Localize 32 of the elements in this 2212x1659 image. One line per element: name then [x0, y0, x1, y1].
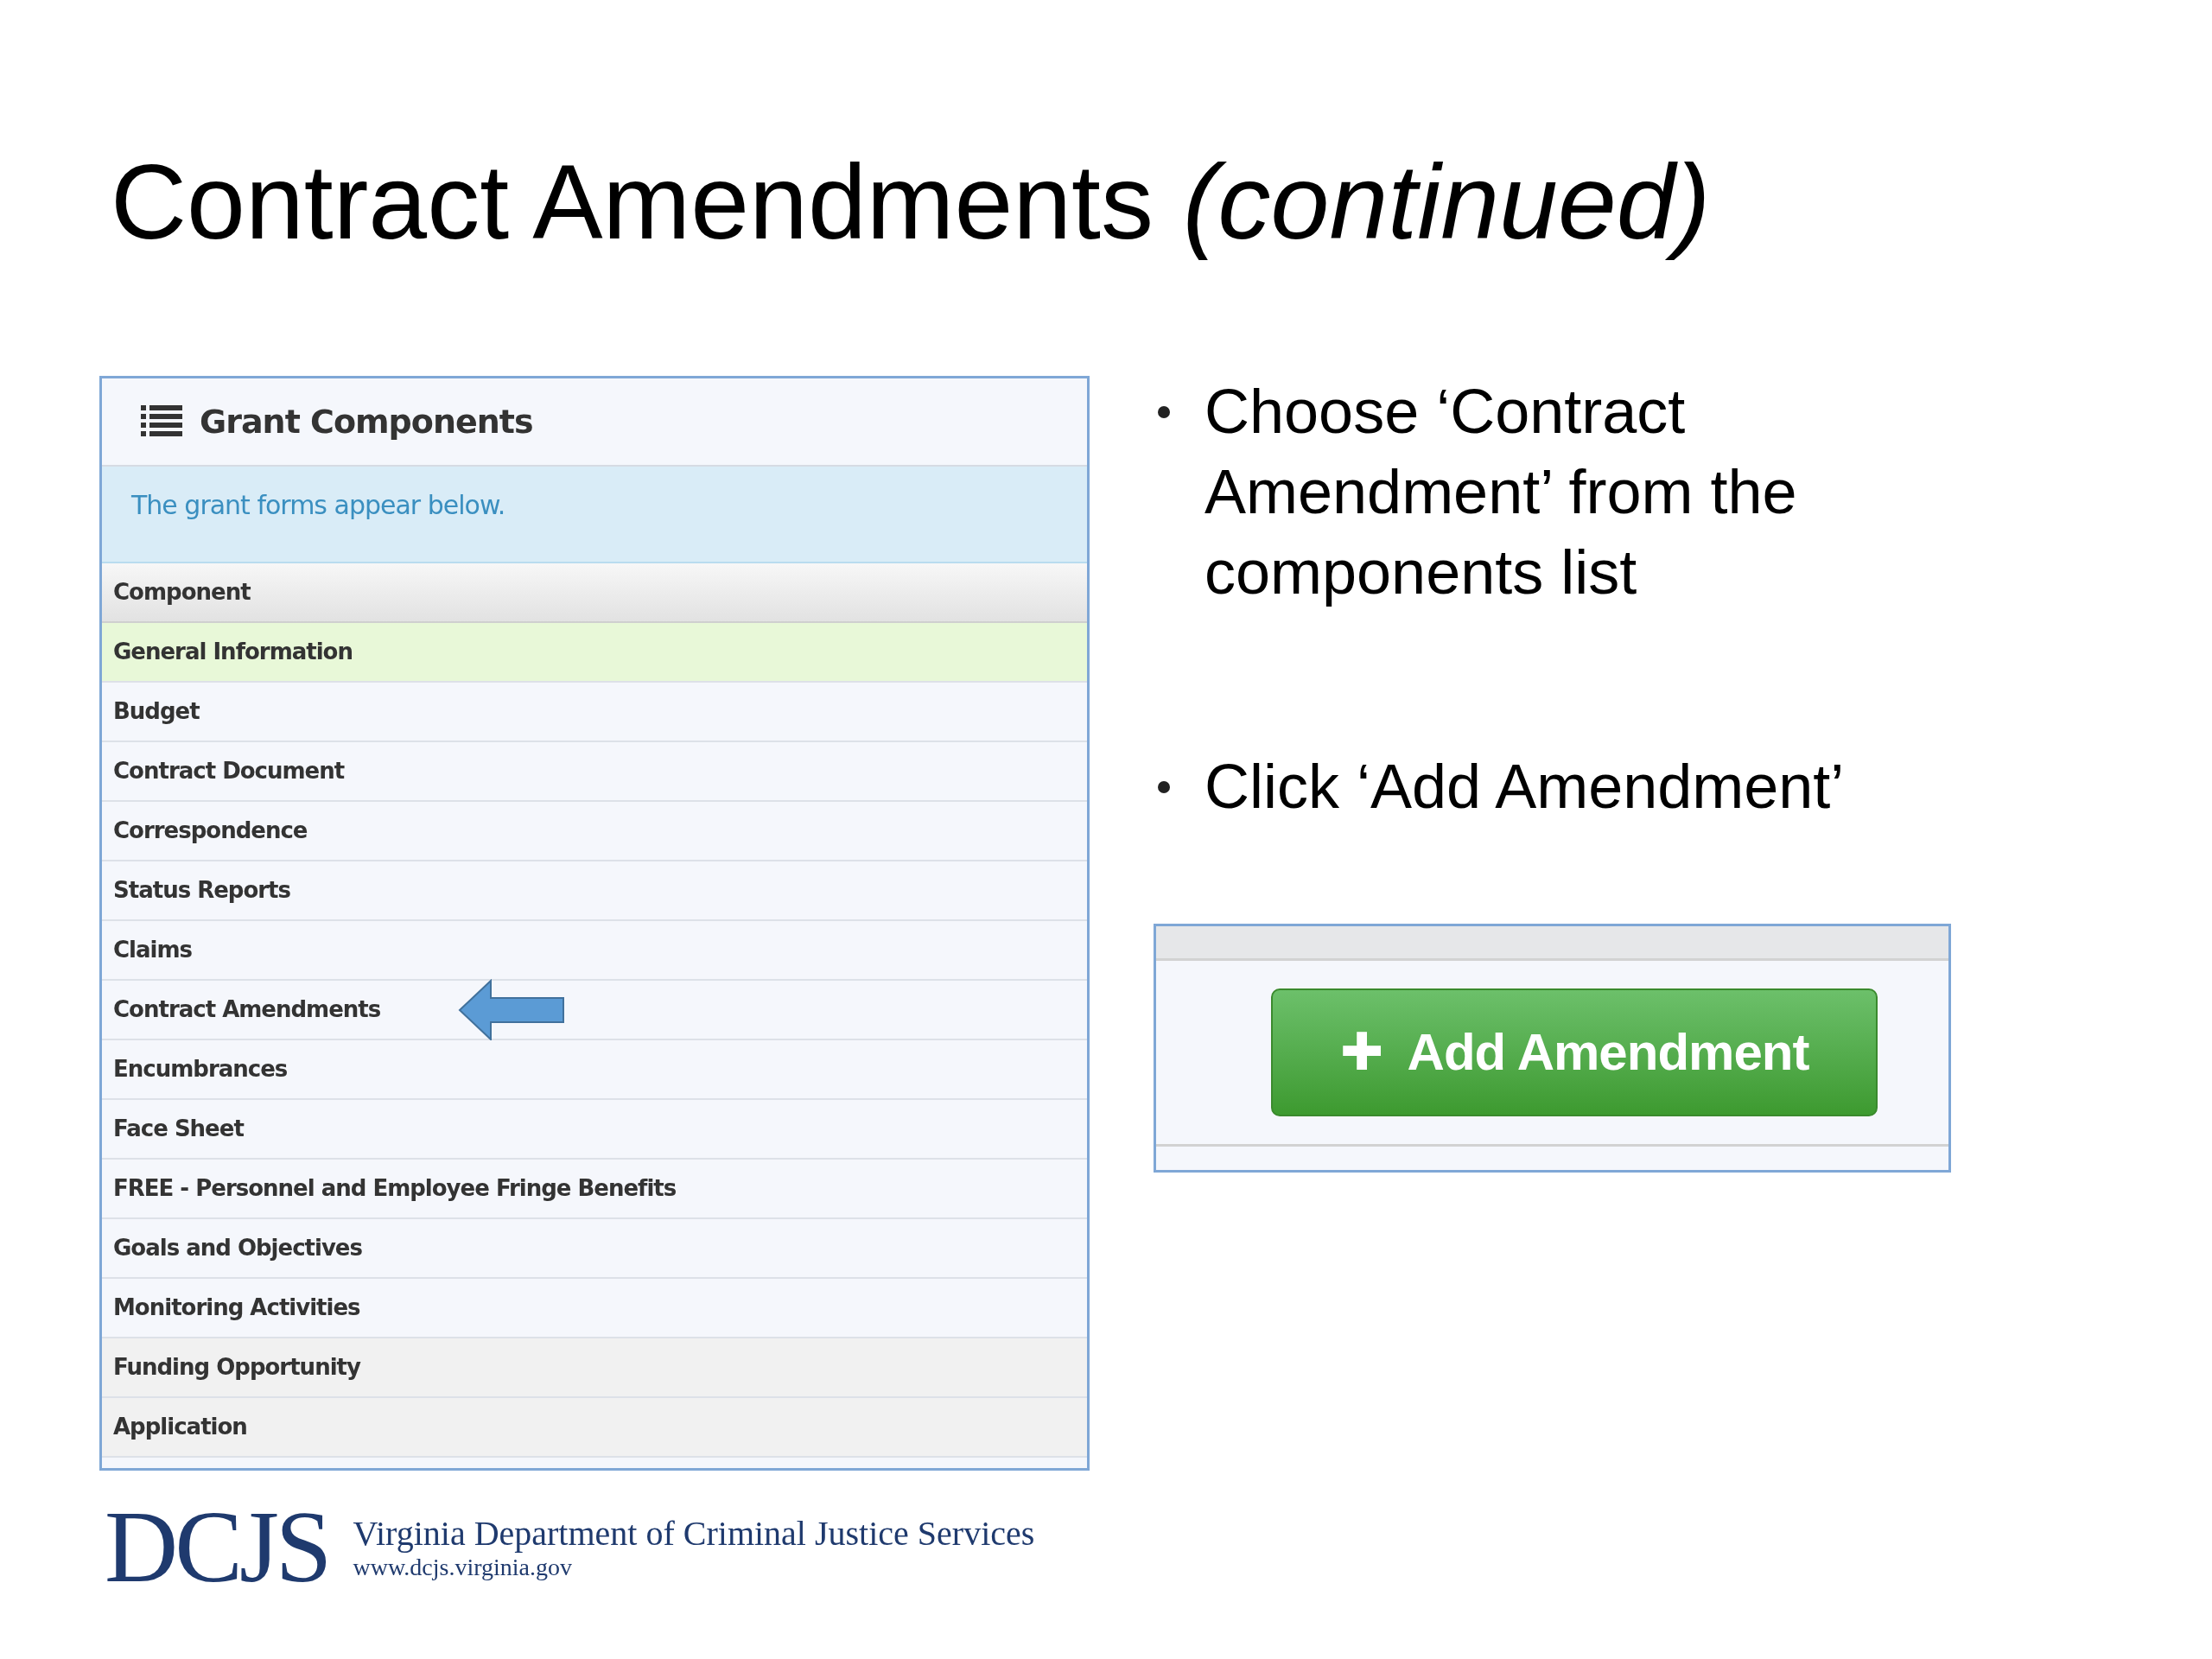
bullet-icon — [1158, 781, 1170, 793]
organization-name: Virginia Department of Criminal Justice Services — [353, 1514, 1035, 1554]
logo-mark: DCJS — [105, 1497, 329, 1599]
bullet-icon — [1158, 406, 1170, 418]
component-label: Monitoring Activities — [113, 1294, 360, 1322]
component-label: General Information — [113, 638, 353, 666]
component-row[interactable]: Funding Opportunity — [102, 1338, 1087, 1398]
component-label: Funding Opportunity — [113, 1353, 360, 1382]
component-row[interactable]: Application — [102, 1398, 1087, 1458]
component-row[interactable]: Contract Amendments — [102, 981, 1087, 1040]
bullet-text: Click ‘Add Amendment’ — [1205, 751, 1846, 823]
info-text: The grant forms appear below. — [131, 490, 505, 520]
slide-title: Contract Amendments (continued) — [111, 143, 1712, 263]
component-label: FREE - Personnel and Employee Fringe Benefits — [113, 1174, 677, 1203]
component-row[interactable]: General Information — [102, 623, 1087, 683]
component-label: Goals and Objectives — [113, 1234, 362, 1262]
component-label: Application — [113, 1413, 247, 1441]
component-label: Contract Amendments — [113, 995, 381, 1024]
component-label: Correspondence — [113, 817, 308, 845]
component-label: Face Sheet — [113, 1115, 244, 1143]
component-label: Status Reports — [113, 876, 291, 905]
component-label: Encumbrances — [113, 1055, 288, 1084]
component-label: Budget — [113, 697, 200, 726]
component-label: Contract Document — [113, 757, 345, 785]
panel-title: Grant Components — [200, 401, 533, 442]
bullet-text: Choose ‘Contract Amendment’ from the components list — [1205, 376, 1798, 608]
list-icon — [141, 404, 182, 439]
component-row[interactable]: Encumbrances — [102, 1040, 1087, 1100]
website-url: www.dcjs.virginia.gov — [353, 1554, 573, 1581]
plus-icon: ✚ — [1339, 1027, 1383, 1078]
component-label: Claims — [113, 936, 193, 964]
column-header-text: Component — [113, 578, 251, 607]
